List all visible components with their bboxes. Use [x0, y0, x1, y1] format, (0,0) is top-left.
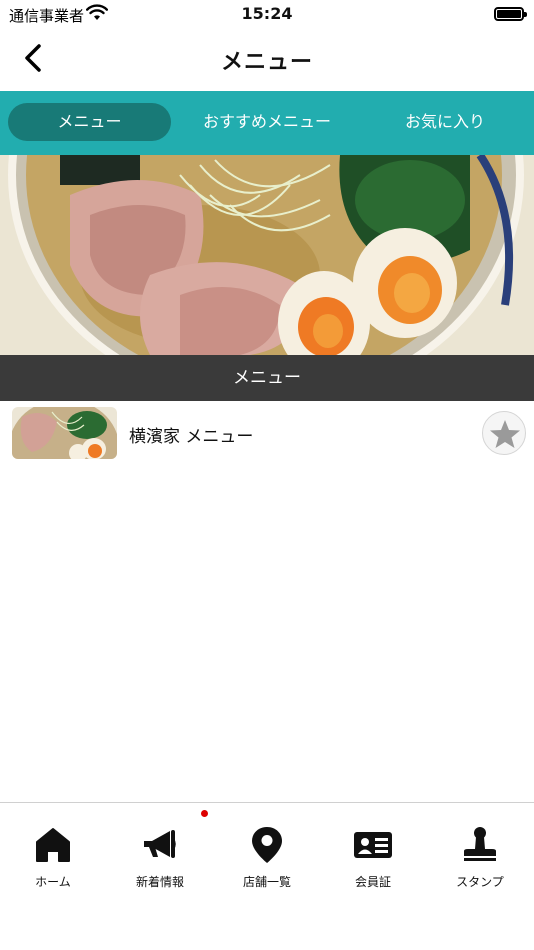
list-item[interactable]: 横濱家 メニュー — [0, 401, 534, 465]
stamp-icon — [464, 827, 496, 861]
star-icon — [490, 420, 520, 448]
tab-favorites[interactable]: お気に入り — [364, 103, 526, 141]
home-icon — [36, 828, 70, 862]
nav-item-member-card[interactable]: 会員証 — [320, 803, 426, 903]
tab-menu[interactable]: メニュー — [8, 103, 171, 141]
menu-thumbnail — [12, 407, 117, 459]
nav-item-news[interactable]: 新着情報 — [107, 803, 213, 903]
hero-ramen-image — [0, 155, 534, 355]
tab-bar: メニュー おすすめメニュー お気に入り — [0, 91, 534, 155]
battery-icon — [494, 7, 527, 21]
navigation-bar: メニュー — [0, 28, 534, 91]
megaphone-icon — [144, 830, 176, 858]
nav-item-home[interactable]: ホーム — [0, 803, 106, 903]
member-card-icon — [354, 832, 392, 858]
clock: 15:24 — [241, 4, 293, 23]
nav-label-home: ホーム — [35, 875, 71, 889]
page-title: メニュー — [220, 50, 313, 75]
tab-recommended-menu[interactable]: おすすめメニュー — [186, 103, 348, 141]
status-bar: 通信事業者 15:24 — [0, 0, 534, 28]
nav-label-member-card: 会員証 — [354, 875, 391, 889]
nav-item-stamp[interactable]: スタンプ — [427, 803, 533, 903]
bottom-navigation: ホーム 新着情報 店舗一覧 会員証 スタンプ — [0, 802, 534, 950]
nav-label-stores: 店舗一覧 — [242, 875, 291, 889]
menu-item-name: 横濱家 メニュー — [129, 427, 254, 447]
nav-item-stores[interactable]: 店舗一覧 — [214, 803, 320, 903]
location-pin-icon — [252, 827, 282, 863]
section-header: メニュー — [0, 355, 534, 401]
favorite-button[interactable] — [482, 411, 526, 455]
nav-label-stamp: スタンプ — [456, 875, 504, 889]
nav-label-news: 新着情報 — [135, 875, 184, 889]
